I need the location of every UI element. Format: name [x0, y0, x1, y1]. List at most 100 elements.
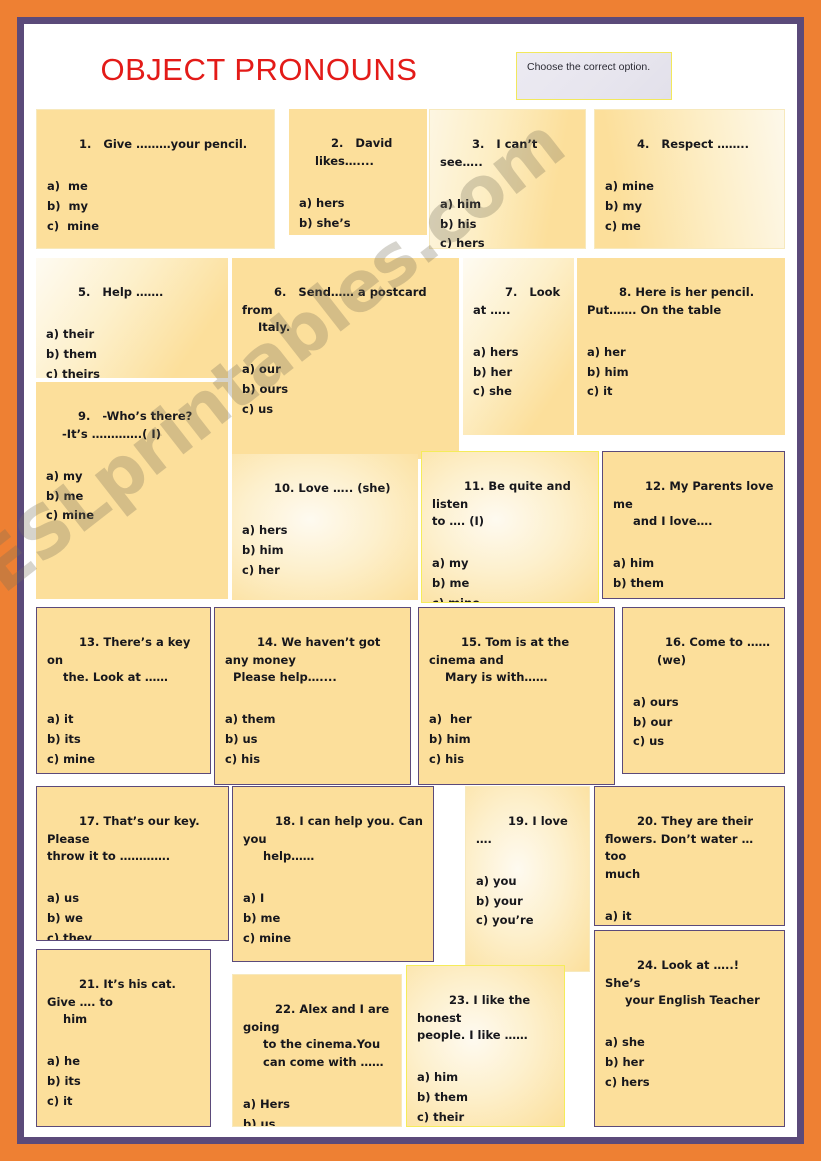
option-b[interactable]: b) him: [242, 541, 408, 561]
option-c[interactable]: c) hers: [440, 234, 575, 248]
option-c[interactable]: c) her: [299, 233, 417, 235]
question-box-4[interactable]: 4. Respect …….. a) mine b) my c) me: [594, 109, 785, 249]
option-c[interactable]: c) us: [242, 400, 449, 420]
option-c[interactable]: c) his: [429, 750, 604, 770]
option-b[interactable]: b) we: [47, 909, 218, 929]
option-a[interactable]: a) you: [476, 872, 579, 892]
option-b[interactable]: b) them: [613, 574, 774, 594]
option-c[interactable]: c) mine: [46, 506, 218, 526]
option-b[interactable]: b) us: [243, 1115, 391, 1126]
option-a[interactable]: a) my: [46, 467, 218, 487]
option-a[interactable]: a) us: [47, 889, 218, 909]
option-a[interactable]: a) hers: [242, 521, 408, 541]
question-box-1[interactable]: 1. Give ………your pencil. a) me b) my c) m…: [36, 109, 275, 249]
option-a[interactable]: a) them: [225, 710, 400, 730]
question-box-16[interactable]: 16. Come to …… (we) a) ours b) our c) us: [622, 607, 785, 774]
option-a[interactable]: a) it: [47, 710, 200, 730]
option-a[interactable]: a) Hers: [243, 1095, 391, 1115]
option-c[interactable]: c) she: [473, 382, 564, 402]
option-c[interactable]: c) mine: [243, 929, 423, 949]
option-b[interactable]: b) its: [47, 1072, 200, 1092]
question-box-14[interactable]: 14. We haven’t got any money Please help…: [214, 607, 411, 785]
question-options-23: a) him b) them c) their: [417, 1068, 554, 1126]
question-box-23[interactable]: 23. I like the honest people. I like …… …: [406, 965, 565, 1127]
option-a[interactable]: a) our: [242, 360, 449, 380]
option-b[interactable]: b) she’s: [299, 214, 417, 234]
option-b[interactable]: b) ours: [242, 380, 449, 400]
question-box-13[interactable]: 13. There’s a key on the. Look at …… a) …: [36, 607, 211, 774]
option-b[interactable]: b) them: [417, 1088, 554, 1108]
option-a[interactable]: a) him: [417, 1068, 554, 1088]
question-options-17: a) us b) we c) they: [47, 889, 218, 940]
option-c[interactable]: c) they: [47, 929, 218, 940]
option-a[interactable]: a) him: [613, 554, 774, 574]
question-stem-8: 8. Here is her pencil. Put……. On the tab…: [587, 285, 755, 317]
option-b[interactable]: b) me: [243, 909, 423, 929]
option-c[interactable]: c) mine: [47, 217, 264, 237]
question-box-20[interactable]: 20. They are their flowers. Don’t water …: [594, 786, 785, 926]
question-box-17[interactable]: 17. That’s our key. Please throw it to ……: [36, 786, 229, 941]
question-box-11[interactable]: 11. Be quite and listen to …. (I) a) my …: [421, 451, 599, 603]
option-b[interactable]: b) our: [633, 713, 774, 733]
option-a[interactable]: a) mine: [605, 177, 774, 197]
question-box-21[interactable]: 21. It’s his cat. Give …. to him a) he b…: [36, 949, 211, 1127]
option-a[interactable]: a) ours: [633, 693, 774, 713]
question-box-3[interactable]: 3. I can’t see….. a) him b) his c) hers: [429, 109, 586, 249]
option-a[interactable]: a) my: [432, 554, 588, 574]
option-c[interactable]: c) her: [613, 594, 774, 598]
option-a[interactable]: a) me: [47, 177, 264, 197]
question-box-8[interactable]: 8. Here is her pencil. Put……. On the tab…: [577, 258, 785, 435]
option-b[interactable]: b) its: [47, 730, 200, 750]
option-c[interactable]: c) us: [633, 732, 774, 752]
option-c[interactable]: c) his: [225, 750, 400, 770]
option-b[interactable]: b) me: [46, 487, 218, 507]
option-b[interactable]: b) my: [47, 197, 264, 217]
question-stem-10: 10. Love ….. (she): [274, 481, 391, 496]
option-a[interactable]: a) her: [587, 343, 775, 363]
question-box-22[interactable]: 22. Alex and I are going to the cinema.Y…: [232, 974, 402, 1127]
option-a[interactable]: a) their: [46, 325, 218, 345]
option-a[interactable]: a) hers: [299, 194, 417, 214]
question-box-15[interactable]: 15. Tom is at the cinema and Mary is wit…: [418, 607, 615, 785]
question-box-19[interactable]: 19. I love …. a) you b) your c) you’re: [465, 786, 590, 972]
option-b[interactable]: b) him: [587, 363, 775, 383]
option-c[interactable]: c) hers: [605, 1073, 774, 1093]
option-a[interactable]: a) hers: [473, 343, 564, 363]
option-b[interactable]: b) him: [429, 730, 604, 750]
option-b[interactable]: b) us: [225, 730, 400, 750]
option-b[interactable]: b) me: [432, 574, 588, 594]
question-box-5[interactable]: 5. Help ……. a) their b) them c) theirs: [36, 258, 228, 378]
option-c[interactable]: c) it: [47, 1092, 200, 1112]
option-b[interactable]: b) his: [440, 215, 575, 235]
option-b[interactable]: b) them: [46, 345, 218, 365]
option-c[interactable]: c) you’re: [476, 911, 579, 931]
question-box-6[interactable]: 6. Send…… a postcard from Italy. a) our …: [232, 258, 459, 459]
option-b[interactable]: b) my: [605, 197, 774, 217]
question-box-7[interactable]: 7. Look at ….. a) hers b) her c) she: [463, 258, 574, 435]
option-a[interactable]: a) he: [47, 1052, 200, 1072]
option-a[interactable]: a) him: [440, 195, 575, 215]
option-c[interactable]: c) their: [417, 1108, 554, 1126]
question-box-12[interactable]: 12. My Parents love me and I love…. a) h…: [602, 451, 785, 599]
option-c[interactable]: c) me: [605, 217, 774, 237]
question-box-9[interactable]: 9. -Who’s there? -It’s ………….( I) a) my b…: [36, 382, 228, 599]
option-c[interactable]: c) mine: [432, 594, 588, 602]
option-b[interactable]: b) her: [473, 363, 564, 383]
option-a[interactable]: a) her: [429, 710, 604, 730]
question-box-18[interactable]: 18. I can help you. Can you help…… a) I …: [232, 786, 434, 962]
option-b[interactable]: b) her: [605, 1053, 774, 1073]
question-box-10[interactable]: 10. Love ….. (she) a) hers b) him c) her: [232, 454, 418, 600]
option-b[interactable]: b) your: [476, 892, 579, 912]
question-box-24[interactable]: 24. Look at …..! She’s your English Teac…: [594, 930, 785, 1127]
question-box-2[interactable]: 2. David likes….... a) hers b) she’s c) …: [289, 109, 427, 235]
option-c[interactable]: c) it: [587, 382, 775, 402]
option-c[interactable]: c) theirs: [46, 365, 218, 378]
question-stem-7: 7. Look at …..: [473, 285, 565, 317]
question-options-1: a) me b) my c) mine: [47, 177, 264, 236]
option-a[interactable]: a) I: [243, 889, 423, 909]
option-c[interactable]: c) mine: [47, 750, 200, 770]
option-a[interactable]: a) it: [605, 907, 774, 925]
option-a[interactable]: a) she: [605, 1033, 774, 1053]
question-stem-9: 9. -Who’s there? -It’s ………….( I): [62, 409, 193, 441]
option-c[interactable]: c) her: [242, 561, 408, 581]
